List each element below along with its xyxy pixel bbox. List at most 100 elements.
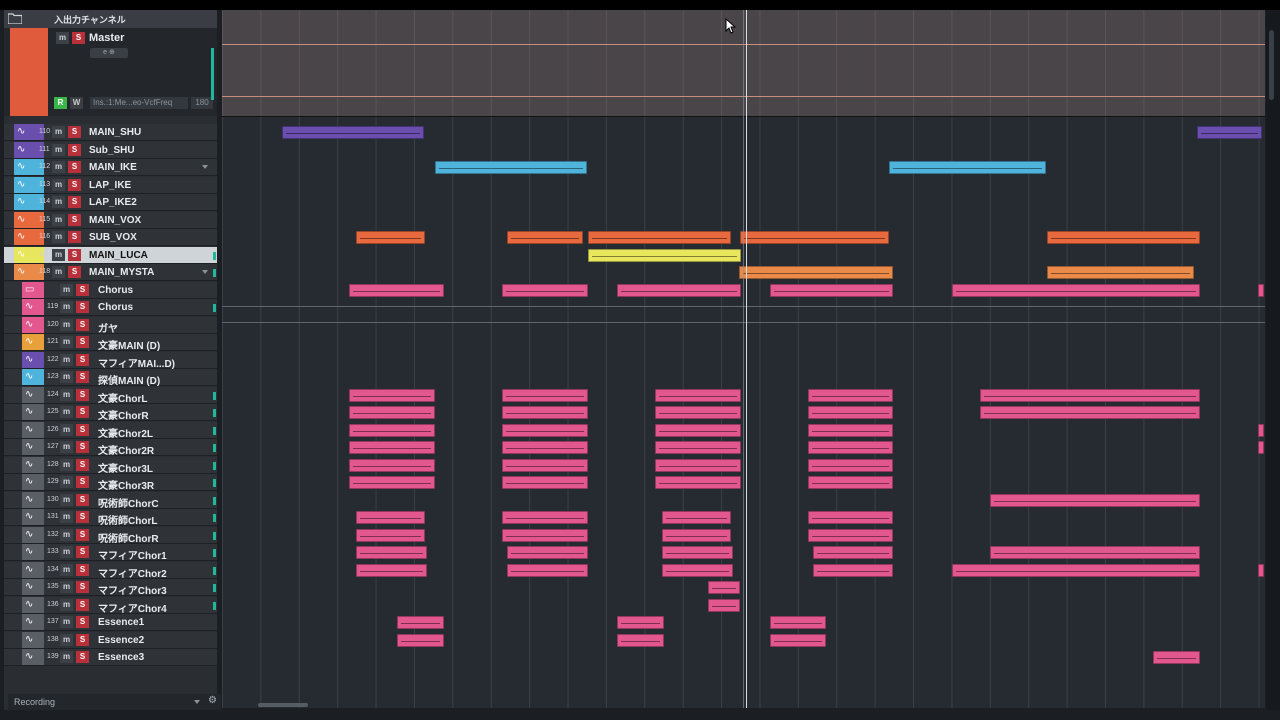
mute-button[interactable]: m [60,546,73,558]
solo-button[interactable]: S [76,493,89,506]
solo-button[interactable]: S [76,283,89,296]
track-row[interactable]: ∿ 117 m S MAIN_LUCA [4,246,217,264]
audio-event[interactable] [808,441,893,454]
audio-event[interactable] [808,528,893,542]
automation-value-field[interactable]: 180 [191,97,213,109]
read-automation-button[interactable]: R [54,97,67,109]
solo-button[interactable]: S [76,511,89,523]
chevron-down-icon[interactable] [202,270,208,274]
audio-event[interactable] [655,458,741,472]
audio-event[interactable] [990,493,1200,507]
audio-event[interactable] [588,231,731,244]
audio-event[interactable] [813,546,893,559]
audio-event[interactable] [808,458,893,472]
track-row[interactable]: ∿ 121 m S 文豪MAIN (D) [4,334,217,352]
audio-event[interactable] [502,476,588,489]
solo-button[interactable]: S [76,301,89,313]
track-row[interactable]: ∿ 127 m S 文豪Chor2R [4,439,217,457]
solo-button[interactable]: S [68,213,81,226]
audio-event[interactable] [770,283,893,297]
audio-event[interactable] [349,458,435,472]
audio-event[interactable] [349,423,435,437]
audio-event[interactable] [662,546,733,559]
audio-event[interactable] [397,633,444,647]
audio-event[interactable] [655,406,741,419]
solo-button[interactable]: S [68,196,81,208]
solo-button[interactable]: S [76,546,89,558]
master-track[interactable]: m S Master e ⊕ R W Ins.:1:Me...eo-VcfFre… [4,28,217,116]
mute-button[interactable]: m [60,371,73,383]
mute-button[interactable]: m [60,388,73,401]
hscroll-thumb[interactable] [258,703,308,707]
audio-event[interactable] [1258,563,1264,577]
chevron-down-icon[interactable] [202,165,208,169]
audio-event[interactable] [1153,651,1200,664]
mute-button[interactable]: m [60,301,73,313]
audio-event[interactable] [1258,441,1264,454]
audio-event[interactable] [502,458,588,472]
audio-event[interactable] [349,283,444,297]
solo-button[interactable]: S [76,476,89,488]
mute-button[interactable]: m [52,126,65,138]
solo-button[interactable]: S [68,178,81,191]
solo-button[interactable]: S [76,598,89,611]
horizontal-scrollbar[interactable] [222,700,1265,710]
mute-button[interactable]: m [60,423,73,436]
master-mute-button[interactable]: m [56,32,69,44]
audio-event[interactable] [349,476,435,489]
master-solo-button[interactable]: S [72,32,85,44]
master-edit-pill[interactable]: e ⊕ [90,48,128,58]
audio-event[interactable] [952,563,1200,577]
audio-event[interactable] [808,388,893,402]
track-row[interactable]: ▭ m S Chorus [4,281,217,299]
audio-event[interactable] [397,616,444,629]
solo-button[interactable]: S [76,423,89,436]
audio-event[interactable] [708,581,740,594]
mute-button[interactable]: m [60,441,73,453]
solo-button[interactable]: S [76,318,89,331]
solo-button[interactable]: S [76,371,89,383]
solo-button[interactable]: S [76,563,89,576]
track-row[interactable]: ∿ 129 m S 文豪Chor3R [4,474,217,492]
audio-event[interactable] [588,248,741,262]
solo-button[interactable]: S [76,581,89,593]
audio-event[interactable] [435,161,587,174]
audio-event[interactable] [770,633,826,647]
track-row[interactable]: ∿ 113 m S LAP_IKE [4,176,217,194]
audio-event[interactable] [990,546,1200,559]
audio-event[interactable] [507,546,588,559]
track-row[interactable]: ∿ 128 m S 文豪Chor3L [4,456,217,475]
audio-event[interactable] [739,266,893,279]
track-row[interactable]: ∿ 114 m S LAP_IKE2 [4,194,217,211]
mute-button[interactable]: m [60,581,73,593]
audio-event[interactable] [655,423,741,437]
audio-event[interactable] [617,283,741,297]
audio-event[interactable] [617,616,664,629]
audio-event[interactable] [507,563,588,577]
playhead[interactable] [746,10,747,708]
mute-button[interactable]: m [60,476,73,488]
audio-event[interactable] [952,283,1200,297]
automation-parameter-field[interactable]: Ins.:1:Me...eo-VcfFreq [90,97,188,109]
audio-event[interactable] [813,563,893,577]
scroll-thumb[interactable] [1269,30,1274,100]
audio-event[interactable] [349,441,435,454]
track-row[interactable]: ∿ 131 m S 呪術師ChorL [4,509,217,527]
audio-event[interactable] [662,528,731,542]
mute-button[interactable]: m [60,528,73,541]
mute-button[interactable]: m [60,616,73,628]
audio-event[interactable] [502,423,588,437]
track-row[interactable]: ∿ 135 m S マフィアChor3 [4,579,217,597]
mute-button[interactable]: m [60,598,73,611]
audio-event[interactable] [502,406,588,419]
chevron-down-icon[interactable] [194,700,200,704]
track-row[interactable]: ∿ 119 m S Chorus [4,299,217,316]
solo-button[interactable]: S [68,126,81,138]
solo-button[interactable]: S [76,616,89,628]
solo-button[interactable]: S [76,406,89,418]
track-row[interactable]: ∿ 123 m S 探偵MAIN (D) [4,369,217,387]
audio-event[interactable] [1197,126,1262,139]
mute-button[interactable]: m [60,651,73,663]
audio-event[interactable] [770,616,826,629]
audio-event[interactable] [1258,283,1264,297]
